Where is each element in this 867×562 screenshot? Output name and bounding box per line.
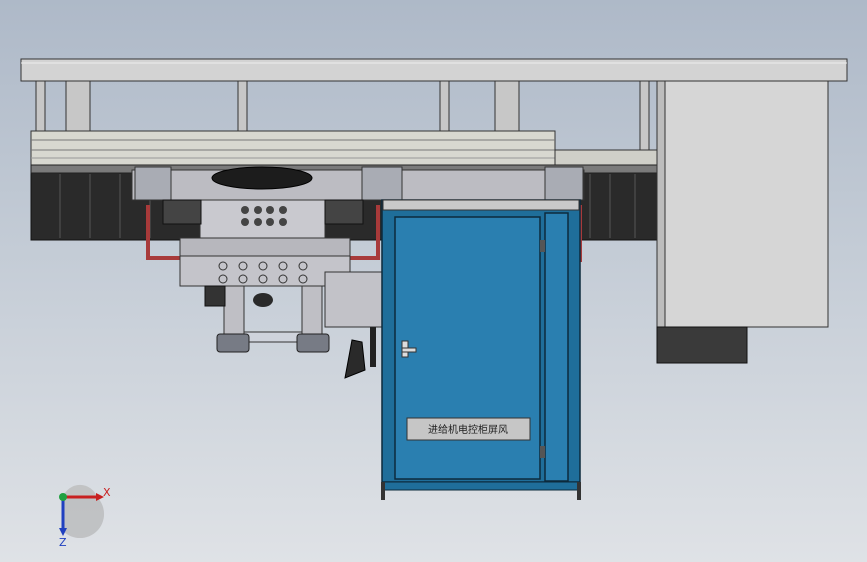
door-handle-lever: [401, 347, 417, 353]
cabinet-nameplate-text: 进给机电控柜屏风: [428, 423, 508, 436]
lower-carriage: [204, 285, 330, 353]
pendant-handle: [344, 327, 376, 379]
coordinate-triad: [59, 484, 105, 539]
x-axis-label: X: [103, 486, 111, 499]
gearbox-head: [162, 199, 390, 328]
top-frame-beam: [20, 58, 848, 82]
side-enclosure: [656, 80, 829, 364]
carriage-crossbar: [131, 166, 585, 201]
cabinet-nameplate: 进给机电控柜屏风: [406, 417, 531, 441]
z-axis-label: Z: [59, 536, 67, 549]
linear-rail: [30, 130, 661, 171]
cad-viewport[interactable]: 进给机电控柜屏风: [0, 0, 867, 562]
